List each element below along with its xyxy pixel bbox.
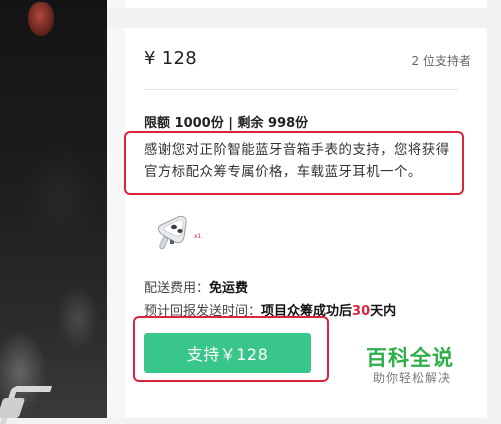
product-photo <box>0 0 107 418</box>
product-quantity: x1 <box>194 233 202 240</box>
layout-gap <box>107 0 125 418</box>
previous-card-bottom <box>125 0 487 8</box>
watermark-title: 百科全说 <box>366 346 454 370</box>
bluetooth-earpiece-icon: x1 <box>152 211 202 253</box>
shipping-info: 配送费用：免运费 <box>144 277 248 296</box>
card-separator <box>107 8 501 28</box>
delivery-days: 30 <box>352 304 371 319</box>
shipping-value: 免运费 <box>209 281 249 296</box>
reward-limit: 限额 1000份 | 剩余 998份 <box>144 116 309 131</box>
divider <box>144 89 458 90</box>
supporter-count: 2 位支持者 <box>411 54 471 68</box>
delivery-suffix: 天内 <box>370 304 397 319</box>
watermark-subtitle: 助你轻松解决 <box>373 371 452 385</box>
layout-edge <box>487 0 501 418</box>
reward-price: ¥ 128 <box>144 48 198 69</box>
shipping-label: 配送费用： <box>144 281 210 296</box>
reward-description: 感谢您对正阶智能蓝牙音箱手表的支持，您将获得官方标配众筹专属价格，车载蓝牙耳机一… <box>144 143 450 180</box>
photo-detail <box>28 2 54 36</box>
support-button[interactable]: 支持￥128 <box>144 333 311 373</box>
